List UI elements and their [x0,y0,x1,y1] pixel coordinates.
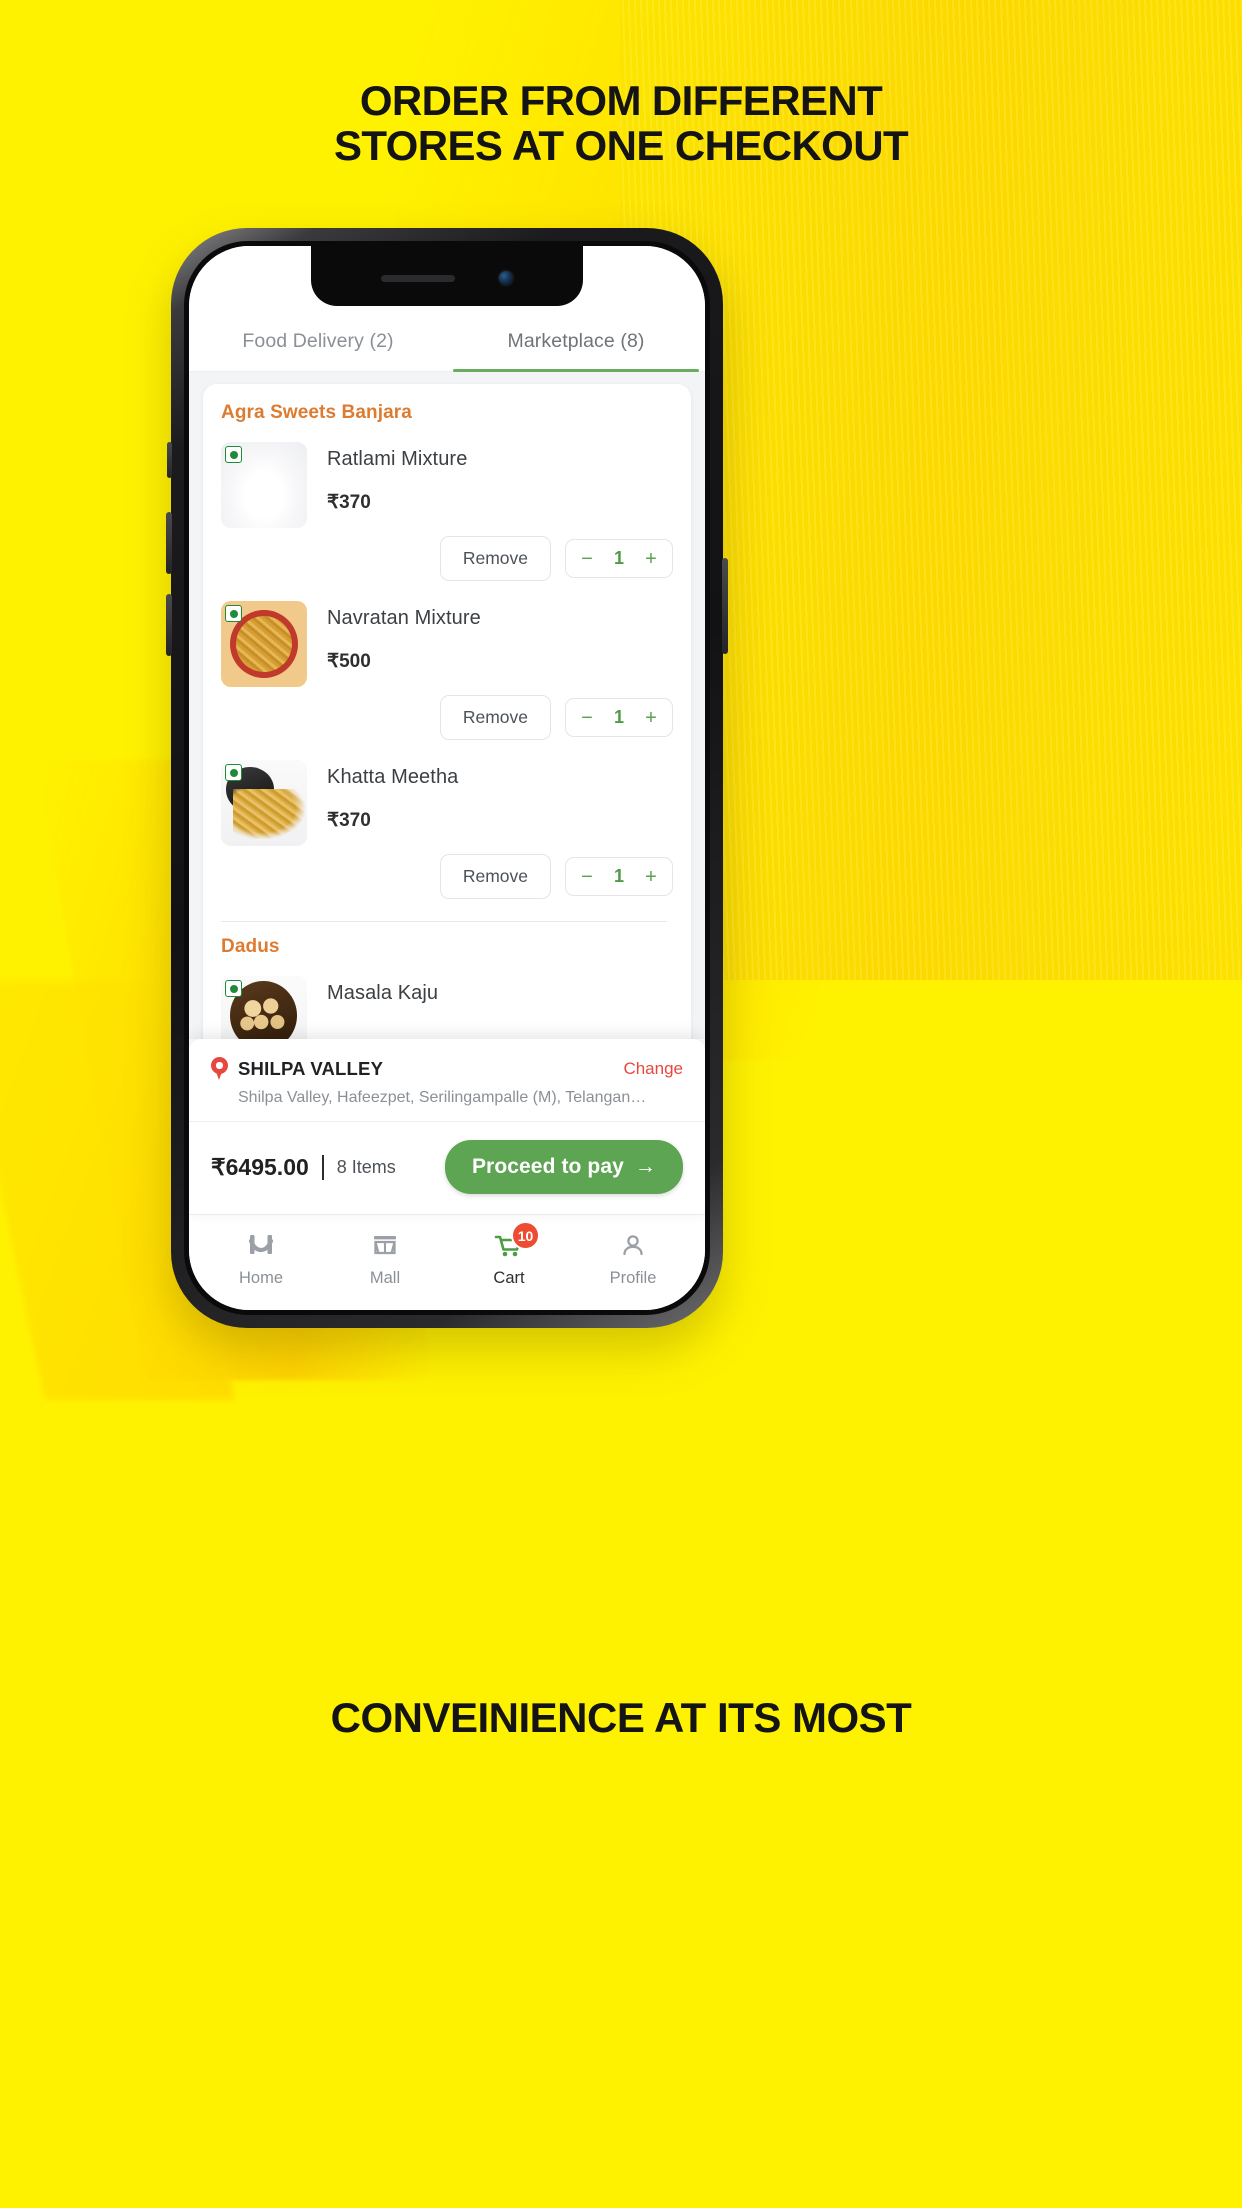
hammock-home-icon [199,1229,323,1263]
cart-card: Agra Sweets Banjara Ratlami Mixture ₹370… [203,384,691,1039]
storefront-icon [323,1229,447,1263]
item-price: ₹500 [327,651,371,672]
promo-footline: CONVEINIENCE AT ITS MOST [330,1694,912,1741]
nav-item-cart[interactable]: 10 Cart [447,1221,571,1288]
nav-item-home[interactable]: Home [199,1229,323,1288]
item-details: Khatta Meetha ₹370 Remove − 1 + [307,760,673,905]
checkout-bar: ₹6495.00 8 Items Proceed to pay → [189,1122,705,1214]
increase-quantity-button[interactable]: + [636,549,666,569]
earpiece-speaker-icon [381,274,455,282]
item-name: Khatta Meetha [327,766,459,788]
quantity-value: 1 [613,707,624,727]
bottom-navigation: Home Mall 10 Cart Profile [189,1214,705,1310]
items-count-label: 8 Items [336,1156,396,1177]
quantity-value: 1 [613,866,624,886]
tab-marketplace[interactable]: Marketplace (8) [447,308,705,372]
shopping-cart-icon: 10 [447,1221,571,1263]
cart-item-row: Ratlami Mixture ₹370 Remove − 1 + [221,428,673,587]
phone-volume-up-button [166,512,172,574]
item-name: Navratan Mixture [327,607,481,629]
address-header: SHILPA VALLEY Change [211,1057,683,1081]
nav-label: Home [238,1269,283,1287]
phone-power-button [722,558,728,654]
quantity-value: 1 [613,548,624,568]
cart-item-row: Masala Kaju [221,962,673,1039]
item-actions: Remove − 1 + [327,514,673,587]
item-thumbnail [221,976,307,1039]
item-details: Masala Kaju [307,976,673,1039]
promo-headline: ORDER FROM DIFFERENT STORES AT ONE CHECK… [0,78,1242,169]
veg-indicator-icon [225,605,242,622]
cart-badge: 10 [511,1221,540,1250]
item-actions: Remove − 1 + [327,673,673,746]
item-thumbnail [221,601,307,687]
item-thumbnail [221,760,307,846]
quantity-stepper[interactable]: − 1 + [565,857,673,896]
phone-volume-down-button [166,594,172,656]
decrease-quantity-button[interactable]: − [572,708,602,728]
item-name: Ratlami Mixture [327,448,468,470]
decrease-quantity-button[interactable]: − [572,549,602,569]
item-thumbnail [221,442,307,528]
quantity-stepper[interactable]: − 1 + [565,698,673,737]
quantity-stepper[interactable]: − 1 + [565,539,673,578]
veg-indicator-icon [225,980,242,997]
change-address-button[interactable]: Change [623,1059,683,1079]
location-pin-icon [211,1057,228,1081]
item-details: Navratan Mixture ₹500 Remove − 1 + [307,601,673,746]
store-heading-dadus: Dadus [221,936,280,957]
cart-scroll-area[interactable]: Agra Sweets Banjara Ratlami Mixture ₹370… [189,372,705,1039]
arrow-right-icon: → [634,1155,656,1178]
proceed-to-pay-label: Proceed to pay [471,1155,624,1178]
nav-label: Cart [493,1269,525,1287]
phone-notch [311,246,583,306]
tab-food-delivery[interactable]: Food Delivery (2) [189,308,447,371]
order-total-group: ₹6495.00 8 Items [211,1154,396,1181]
cart-item-row: Navratan Mixture ₹500 Remove − 1 + [221,587,673,746]
increase-quantity-button[interactable]: + [636,867,666,887]
item-price: ₹370 [327,492,371,513]
cart-tabs: Food Delivery (2) Marketplace (8) [189,308,705,372]
checkout-sheet: SHILPA VALLEY Change Shilpa Valley, Hafe… [189,1039,705,1214]
item-actions: Remove − 1 + [327,832,673,905]
phone-bezel: Food Delivery (2) Marketplace (8) Agra S… [184,241,710,1315]
phone-mute-switch [167,442,172,478]
proceed-to-pay-button[interactable]: Proceed to pay → [444,1140,683,1194]
item-name: Masala Kaju [327,982,439,1004]
item-details: Ratlami Mixture ₹370 Remove − 1 + [307,442,673,587]
remove-button[interactable]: Remove [439,854,551,899]
phone-screen: Food Delivery (2) Marketplace (8) Agra S… [189,246,705,1310]
veg-indicator-icon [225,446,242,463]
delivery-address-section[interactable]: SHILPA VALLEY Change Shilpa Valley, Hafe… [189,1039,705,1122]
promo-headline-line1: ORDER FROM DIFFERENT [359,77,883,124]
cart-item-row: Khatta Meetha ₹370 Remove − 1 + [221,746,673,905]
front-camera-icon [499,271,513,285]
address-detail: Shilpa Valley, Hafeezpet, Serilingampall… [238,1089,647,1106]
total-separator [321,1154,324,1180]
order-total-amount: ₹6495.00 [211,1153,309,1180]
nav-label: Mall [369,1269,401,1287]
remove-button[interactable]: Remove [439,536,551,581]
nav-label: Profile [609,1269,657,1287]
promo-headline-line2: STORES AT ONE CHECKOUT [333,122,909,170]
phone-mockup: Food Delivery (2) Marketplace (8) Agra S… [166,228,728,1328]
store-divider [221,921,667,922]
nav-item-profile[interactable]: Profile [571,1229,695,1288]
veg-indicator-icon [225,764,242,781]
increase-quantity-button[interactable]: + [636,708,666,728]
remove-button[interactable]: Remove [439,695,551,740]
nav-item-mall[interactable]: Mall [323,1229,447,1288]
person-icon [571,1229,695,1263]
item-price: ₹370 [327,810,371,831]
address-title: SHILPA VALLEY [238,1058,384,1079]
decrease-quantity-button[interactable]: − [572,867,602,887]
store-heading-agra-sweets-banjara: Agra Sweets Banjara [221,402,412,423]
